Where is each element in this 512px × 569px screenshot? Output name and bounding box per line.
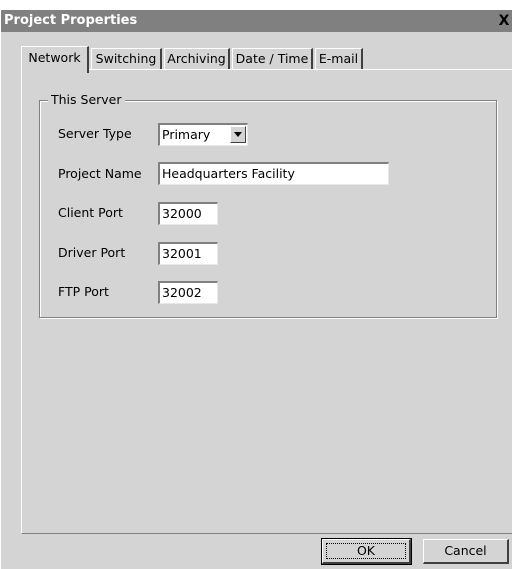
client-port-field[interactable]: 32000 <box>158 202 218 225</box>
title-bar: Project Properties X <box>1 10 512 32</box>
cancel-button[interactable]: Cancel <box>423 539 509 564</box>
tab-archiving-label: Archiving <box>167 51 226 66</box>
ok-button[interactable]: OK <box>321 538 412 565</box>
tab-date-time[interactable]: Date / Time <box>232 48 313 70</box>
client-port-value: 32000 <box>162 206 202 221</box>
window-title: Project Properties <box>4 13 138 28</box>
tab-archiving[interactable]: Archiving <box>164 48 230 70</box>
tab-network-label: Network <box>28 50 81 65</box>
project-name-field[interactable]: Headquarters Facility <box>158 162 389 185</box>
tab-network[interactable]: Network <box>21 46 89 73</box>
driver-port-label: Driver Port <box>58 245 126 260</box>
tab-email-label: E-mail <box>318 51 359 66</box>
ftp-port-value: 32002 <box>162 285 202 300</box>
ftp-port-field[interactable]: 32002 <box>158 281 218 304</box>
tab-date-time-label: Date / Time <box>235 51 309 66</box>
tab-email[interactable]: E-mail <box>315 48 363 70</box>
project-name-label: Project Name <box>58 166 142 181</box>
driver-port-field[interactable]: 32001 <box>158 242 218 265</box>
chevron-down-icon <box>234 132 242 137</box>
close-icon[interactable]: X <box>497 10 511 32</box>
driver-port-value: 32001 <box>162 246 202 261</box>
cancel-label: Cancel <box>444 543 487 558</box>
server-type-select[interactable]: Primary <box>158 123 248 146</box>
group-title: This Server <box>48 92 125 108</box>
server-type-value: Primary <box>162 127 211 142</box>
ftp-port-label: FTP Port <box>58 284 109 299</box>
project-properties-dialog: Project Properties X Network Switching A… <box>0 10 512 569</box>
network-tab-panel: This Server Server Type Primary Project … <box>21 69 512 534</box>
focus-rect <box>326 543 406 559</box>
tab-switching-label: Switching <box>95 51 157 66</box>
client-port-label: Client Port <box>58 205 123 220</box>
project-name-value: Headquarters Facility <box>162 166 295 181</box>
tab-switching[interactable]: Switching <box>91 48 162 70</box>
server-type-label: Server Type <box>58 126 132 141</box>
dropdown-button[interactable] <box>230 126 246 143</box>
